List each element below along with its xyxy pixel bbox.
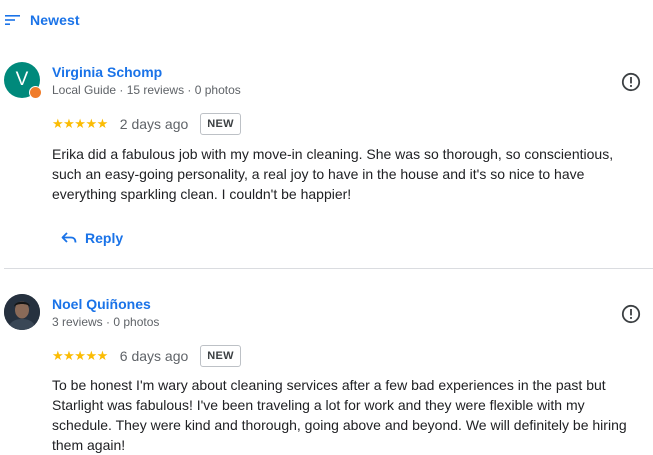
sort-label: Newest <box>30 12 80 28</box>
sort-lines-icon <box>5 15 20 25</box>
star-rating: ★★★★★ <box>52 116 108 131</box>
new-badge: NEW <box>200 113 241 135</box>
rating-row: ★★★★★ 6 days ago NEW <box>52 345 241 367</box>
author-meta: Local Guide · 15 reviews · 0 photos <box>52 83 241 97</box>
local-guide-badge-icon <box>29 86 42 99</box>
reply-button[interactable]: Reply <box>61 230 123 246</box>
review-date: 6 days ago <box>119 348 189 364</box>
sort-button[interactable]: Newest <box>5 11 80 29</box>
report-exclamation-icon[interactable] <box>621 304 641 324</box>
avatar[interactable] <box>4 294 40 330</box>
new-badge: NEW <box>200 345 241 367</box>
reply-label: Reply <box>85 230 124 246</box>
avatar-letter: V <box>15 69 29 90</box>
author-name[interactable]: Noel Quiñones <box>52 296 151 312</box>
author-meta: 3 reviews · 0 photos <box>52 315 160 329</box>
divider <box>4 268 653 269</box>
review-text: Erika did a fabulous job with my move-in… <box>52 146 614 202</box>
rating-row: ★★★★★ 2 days ago NEW <box>52 113 241 135</box>
review-date: 2 days ago <box>119 116 189 132</box>
star-rating: ★★★★★ <box>52 348 108 363</box>
report-exclamation-icon[interactable] <box>621 72 641 92</box>
reply-arrow-icon <box>61 232 77 243</box>
review-text: To be honest I'm wary about cleaning ser… <box>52 377 627 453</box>
avatar[interactable]: V <box>4 62 42 99</box>
author-name[interactable]: Virginia Schomp <box>52 64 162 80</box>
avatar-photo <box>4 294 40 330</box>
